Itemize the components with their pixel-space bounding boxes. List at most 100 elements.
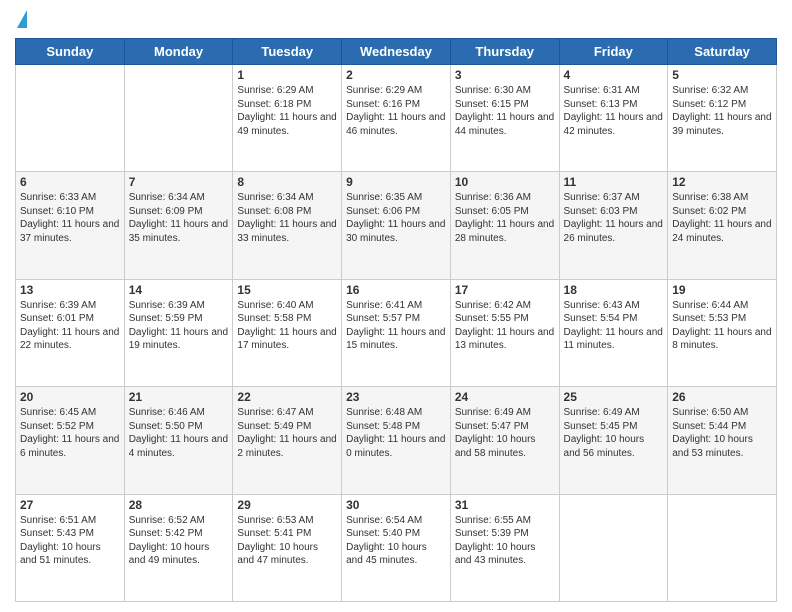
col-header-saturday: Saturday bbox=[668, 39, 777, 65]
col-header-wednesday: Wednesday bbox=[342, 39, 451, 65]
calendar-cell: 19Sunrise: 6:44 AM Sunset: 5:53 PM Dayli… bbox=[668, 279, 777, 386]
day-info: Sunrise: 6:52 AM Sunset: 5:42 PM Dayligh… bbox=[129, 514, 229, 568]
day-number: 29 bbox=[237, 498, 337, 512]
day-number: 17 bbox=[455, 283, 555, 297]
day-number: 22 bbox=[237, 390, 337, 404]
calendar-week-1: 1 Sunrise: 6:29 AM Sunset: 6:18 PM Daylig… bbox=[16, 65, 777, 172]
day-number: 2 bbox=[346, 68, 446, 82]
calendar-cell: 7Sunrise: 6:34 AM Sunset: 6:09 PM Daylig… bbox=[124, 172, 233, 279]
calendar-cell bbox=[559, 494, 668, 601]
day-info: Sunrise: 6:37 AM Sunset: 6:03 PM Dayligh… bbox=[564, 191, 664, 245]
day-info: Sunrise: 6:34 AM Sunset: 6:08 PM Dayligh… bbox=[237, 191, 337, 245]
day-number: 7 bbox=[129, 175, 229, 189]
day-number: 16 bbox=[346, 283, 446, 297]
calendar-cell: 18 Sunrise: 6:43 AM Sunset: 5:54 PM Dayli… bbox=[559, 279, 668, 386]
day-number: 4 bbox=[564, 68, 664, 82]
day-number: 25 bbox=[564, 390, 664, 404]
day-info: Sunrise: 6:30 AM Sunset: 6:15 PM Dayligh… bbox=[455, 84, 555, 138]
day-info: Sunrise: 6:43 AM Sunset: 5:54 PM Dayligh… bbox=[564, 299, 664, 353]
header bbox=[15, 10, 777, 30]
day-number: 28 bbox=[129, 498, 229, 512]
day-info: Sunrise: 6:50 AM Sunset: 5:44 PM Dayligh… bbox=[672, 406, 772, 460]
day-number: 24 bbox=[455, 390, 555, 404]
calendar-cell: 17 Sunrise: 6:42 AM Sunset: 5:55 PM Dayli… bbox=[450, 279, 559, 386]
calendar-cell: 16Sunrise: 6:41 AM Sunset: 5:57 PM Dayli… bbox=[342, 279, 451, 386]
calendar-week-4: 20Sunrise: 6:45 AM Sunset: 5:52 PM Dayli… bbox=[16, 387, 777, 494]
day-number: 31 bbox=[455, 498, 555, 512]
day-info: Sunrise: 6:54 AM Sunset: 5:40 PM Dayligh… bbox=[346, 514, 446, 568]
calendar-cell: 6 Sunrise: 6:33 AM Sunset: 6:10 PM Daylig… bbox=[16, 172, 125, 279]
day-number: 26 bbox=[672, 390, 772, 404]
calendar-cell bbox=[668, 494, 777, 601]
calendar-cell: 14Sunrise: 6:39 AM Sunset: 5:59 PM Dayli… bbox=[124, 279, 233, 386]
calendar-cell: 20Sunrise: 6:45 AM Sunset: 5:52 PM Dayli… bbox=[16, 387, 125, 494]
day-info: Sunrise: 6:49 AM Sunset: 5:47 PM Dayligh… bbox=[455, 406, 555, 460]
calendar-cell bbox=[16, 65, 125, 172]
day-info: Sunrise: 6:29 AM Sunset: 6:18 PM Dayligh… bbox=[237, 84, 337, 138]
calendar-week-5: 27Sunrise: 6:51 AM Sunset: 5:43 PM Dayli… bbox=[16, 494, 777, 601]
day-info: Sunrise: 6:39 AM Sunset: 6:01 PM Dayligh… bbox=[20, 299, 120, 353]
day-number: 1 bbox=[237, 68, 337, 82]
calendar-cell bbox=[124, 65, 233, 172]
calendar-cell: 31 Sunrise: 6:55 AM Sunset: 5:39 PM Dayli… bbox=[450, 494, 559, 601]
day-number: 21 bbox=[129, 390, 229, 404]
calendar-cell: 29Sunrise: 6:53 AM Sunset: 5:41 PM Dayli… bbox=[233, 494, 342, 601]
day-info: Sunrise: 6:55 AM Sunset: 5:39 PM Dayligh… bbox=[455, 514, 555, 568]
calendar-cell: 4 Sunrise: 6:31 AM Sunset: 6:13 PM Daylig… bbox=[559, 65, 668, 172]
page: SundayMondayTuesdayWednesdayThursdayFrid… bbox=[0, 0, 792, 612]
day-number: 8 bbox=[237, 175, 337, 189]
day-info: Sunrise: 6:49 AM Sunset: 5:45 PM Dayligh… bbox=[564, 406, 664, 460]
logo bbox=[15, 10, 27, 30]
day-info: Sunrise: 6:42 AM Sunset: 5:55 PM Dayligh… bbox=[455, 299, 555, 353]
day-number: 5 bbox=[672, 68, 772, 82]
calendar-cell: 3 Sunrise: 6:30 AM Sunset: 6:15 PM Daylig… bbox=[450, 65, 559, 172]
day-info: Sunrise: 6:29 AM Sunset: 6:16 PM Dayligh… bbox=[346, 84, 446, 138]
day-number: 11 bbox=[564, 175, 664, 189]
calendar-cell: 11 Sunrise: 6:37 AM Sunset: 6:03 PM Dayli… bbox=[559, 172, 668, 279]
day-info: Sunrise: 6:47 AM Sunset: 5:49 PM Dayligh… bbox=[237, 406, 337, 460]
col-header-thursday: Thursday bbox=[450, 39, 559, 65]
day-number: 27 bbox=[20, 498, 120, 512]
day-number: 18 bbox=[564, 283, 664, 297]
col-header-friday: Friday bbox=[559, 39, 668, 65]
calendar-cell: 5 Sunrise: 6:32 AM Sunset: 6:12 PM Daylig… bbox=[668, 65, 777, 172]
day-number: 9 bbox=[346, 175, 446, 189]
day-info: Sunrise: 6:33 AM Sunset: 6:10 PM Dayligh… bbox=[20, 191, 120, 245]
day-info: Sunrise: 6:46 AM Sunset: 5:50 PM Dayligh… bbox=[129, 406, 229, 460]
day-info: Sunrise: 6:48 AM Sunset: 5:48 PM Dayligh… bbox=[346, 406, 446, 460]
calendar-cell: 9 Sunrise: 6:35 AM Sunset: 6:06 PM Daylig… bbox=[342, 172, 451, 279]
calendar-cell: 10Sunrise: 6:36 AM Sunset: 6:05 PM Dayli… bbox=[450, 172, 559, 279]
day-info: Sunrise: 6:39 AM Sunset: 5:59 PM Dayligh… bbox=[129, 299, 229, 353]
day-number: 15 bbox=[237, 283, 337, 297]
calendar-table: SundayMondayTuesdayWednesdayThursdayFrid… bbox=[15, 38, 777, 602]
day-number: 12 bbox=[672, 175, 772, 189]
day-info: Sunrise: 6:40 AM Sunset: 5:58 PM Dayligh… bbox=[237, 299, 337, 353]
calendar-cell: 26 Sunrise: 6:50 AM Sunset: 5:44 PM Dayli… bbox=[668, 387, 777, 494]
day-number: 3 bbox=[455, 68, 555, 82]
day-number: 19 bbox=[672, 283, 772, 297]
calendar-cell: 28 Sunrise: 6:52 AM Sunset: 5:42 PM Dayli… bbox=[124, 494, 233, 601]
calendar-cell: 21 Sunrise: 6:46 AM Sunset: 5:50 PM Dayli… bbox=[124, 387, 233, 494]
logo-triangle-icon bbox=[17, 10, 27, 28]
day-number: 10 bbox=[455, 175, 555, 189]
calendar-cell: 15 Sunrise: 6:40 AM Sunset: 5:58 PM Dayli… bbox=[233, 279, 342, 386]
calendar-cell: 8 Sunrise: 6:34 AM Sunset: 6:08 PM Daylig… bbox=[233, 172, 342, 279]
col-header-sunday: Sunday bbox=[16, 39, 125, 65]
calendar-cell: 27Sunrise: 6:51 AM Sunset: 5:43 PM Dayli… bbox=[16, 494, 125, 601]
calendar-cell: 25 Sunrise: 6:49 AM Sunset: 5:45 PM Dayli… bbox=[559, 387, 668, 494]
calendar-cell: 13Sunrise: 6:39 AM Sunset: 6:01 PM Dayli… bbox=[16, 279, 125, 386]
calendar-cell: 1 Sunrise: 6:29 AM Sunset: 6:18 PM Daylig… bbox=[233, 65, 342, 172]
day-number: 6 bbox=[20, 175, 120, 189]
day-info: Sunrise: 6:32 AM Sunset: 6:12 PM Dayligh… bbox=[672, 84, 772, 138]
day-info: Sunrise: 6:35 AM Sunset: 6:06 PM Dayligh… bbox=[346, 191, 446, 245]
calendar-cell: 12Sunrise: 6:38 AM Sunset: 6:02 PM Dayli… bbox=[668, 172, 777, 279]
day-number: 30 bbox=[346, 498, 446, 512]
day-info: Sunrise: 6:45 AM Sunset: 5:52 PM Dayligh… bbox=[20, 406, 120, 460]
col-header-monday: Monday bbox=[124, 39, 233, 65]
day-info: Sunrise: 6:31 AM Sunset: 6:13 PM Dayligh… bbox=[564, 84, 664, 138]
calendar-cell: 2 Sunrise: 6:29 AM Sunset: 6:16 PM Daylig… bbox=[342, 65, 451, 172]
calendar-cell: 23 Sunrise: 6:48 AM Sunset: 5:48 PM Dayli… bbox=[342, 387, 451, 494]
day-number: 23 bbox=[346, 390, 446, 404]
calendar-week-3: 13Sunrise: 6:39 AM Sunset: 6:01 PM Dayli… bbox=[16, 279, 777, 386]
calendar-week-2: 6 Sunrise: 6:33 AM Sunset: 6:10 PM Daylig… bbox=[16, 172, 777, 279]
